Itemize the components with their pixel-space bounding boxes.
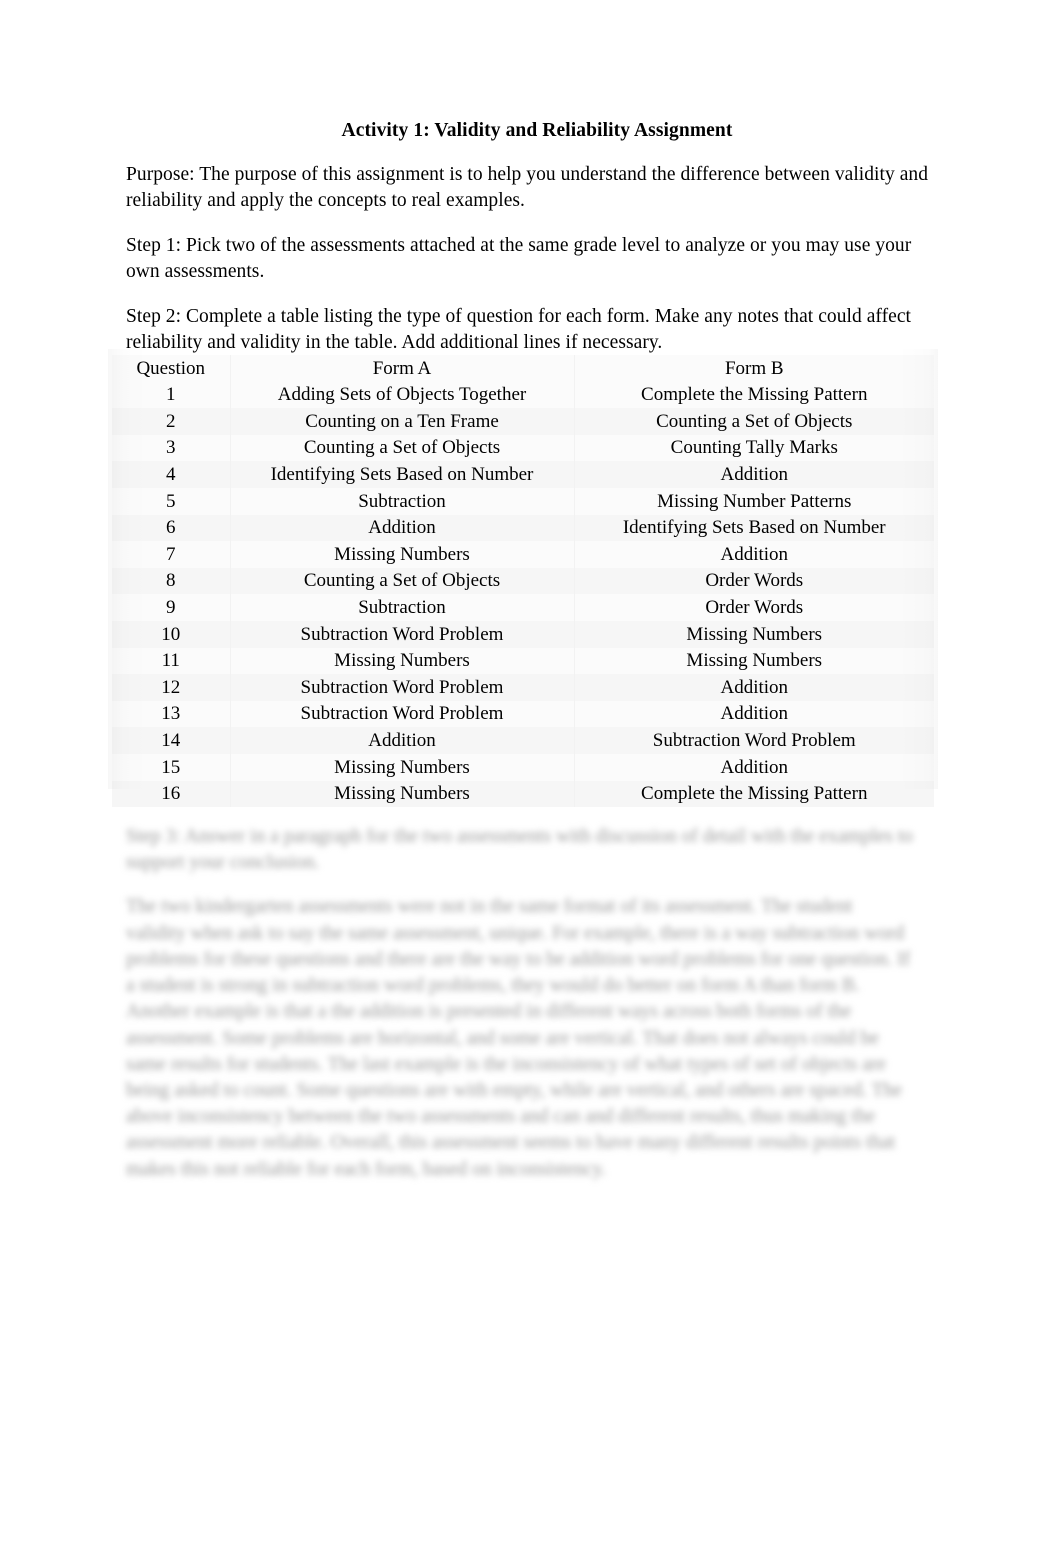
cell-question-number: 2 <box>112 408 231 435</box>
cell-form-b: Complete the Missing Pattern <box>574 780 934 808</box>
cell-form-a: Subtraction Word Problem <box>230 700 575 728</box>
table-row: 8 Counting a Set of Objects Order Words <box>112 567 934 595</box>
obscured-paragraph-analysis: The two kindergarten assessments were no… <box>126 896 911 1180</box>
cell-question-number: 10 <box>112 620 231 648</box>
cell-question-number: 3 <box>112 434 231 462</box>
paragraph-step-2: Step 2: Complete a table listing the typ… <box>126 305 912 354</box>
cell-form-b: Order Words <box>574 567 934 595</box>
cell-form-b: Complete the Missing Pattern <box>574 381 934 409</box>
cell-form-a: Subtraction Word Problem <box>230 674 575 701</box>
cell-question-number: 12 <box>112 674 231 701</box>
column-header-question: Question <box>112 355 231 382</box>
table-row: 13 Subtraction Word Problem Addition <box>112 700 934 728</box>
cell-question-number: 1 <box>112 381 231 409</box>
cell-form-b: Addition <box>574 541 934 568</box>
table-row: 3 Counting a Set of Objects Counting Tally… <box>112 434 934 462</box>
table-row: 11 Missing Numbers Missing Numbers <box>112 647 934 675</box>
cell-question-number: 16 <box>112 780 231 808</box>
cell-form-a: Subtraction <box>230 594 575 621</box>
cell-form-a: Identifying Sets Based on Number <box>230 461 575 488</box>
table-header-row: Question Form A Form B <box>112 355 934 382</box>
cell-question-number: 15 <box>112 753 231 781</box>
paragraph-purpose: Purpose: The purpose of this assignment … <box>126 163 929 212</box>
cell-form-b: Subtraction Word Problem <box>574 727 934 754</box>
table-row: 4 Identifying Sets Based on Number Additio… <box>112 461 934 488</box>
table-row: 2 Counting on a Ten Frame Counting a Set o… <box>112 408 934 435</box>
table-row: 12 Subtraction Word Problem Addition <box>112 674 934 701</box>
cell-form-a: Missing Numbers <box>230 541 575 568</box>
cell-question-number: 7 <box>112 541 231 568</box>
cell-form-a: Counting on a Ten Frame <box>230 408 575 435</box>
cell-form-b: Missing Numbers <box>574 647 934 675</box>
cell-form-a: Counting a Set of Objects <box>230 434 575 462</box>
cell-form-a: Adding Sets of Objects Together <box>230 381 575 409</box>
page-title: Activity 1: Validity and Reliability Ass… <box>341 120 733 141</box>
document-body: Activity 1: Validity and Reliability Ass… <box>126 118 936 375</box>
obscured-paragraph-step-3: Step 3: Answer in a paragraph for the tw… <box>126 826 913 874</box>
table-row: 16 Missing Numbers Complete the Missing Pa… <box>112 780 934 808</box>
cell-question-number: 14 <box>112 727 231 754</box>
table-row: 7 Missing Numbers Addition <box>112 541 934 568</box>
cell-question-number: 13 <box>112 700 231 728</box>
cell-form-a: Missing Numbers <box>230 780 575 808</box>
cell-question-number: 9 <box>112 594 231 621</box>
cell-form-b: Addition <box>574 461 934 488</box>
cell-question-number: 5 <box>112 487 231 515</box>
table-row: 15 Missing Numbers Addition <box>112 753 934 781</box>
cell-form-b: Addition <box>574 700 934 728</box>
cell-form-b: Missing Number Patterns <box>574 487 934 515</box>
cell-form-b: Addition <box>574 753 934 781</box>
cell-form-b: Order Words <box>574 594 934 621</box>
cell-form-a: Counting a Set of Objects <box>230 567 575 595</box>
cell-form-b: Identifying Sets Based on Number <box>574 514 934 542</box>
table-row: 9 Subtraction Order Words <box>112 594 934 621</box>
cell-question-number: 4 <box>112 461 231 488</box>
obscured-response-section: Step 3: Answer in a paragraph for the tw… <box>126 824 938 1201</box>
table-body: 1 Adding Sets of Objects Together Complete… <box>112 381 934 808</box>
table-row: 10 Subtraction Word Problem Missing Number… <box>112 620 934 648</box>
cell-form-a: Addition <box>230 514 575 542</box>
paragraph-step-1: Step 1: Pick two of the assessments atta… <box>126 234 912 283</box>
cell-form-b: Counting a Set of Objects <box>574 408 934 435</box>
table-row: 1 Adding Sets of Objects Together Complete… <box>112 381 934 409</box>
column-header-form-b: Form B <box>574 355 934 382</box>
cell-form-a: Missing Numbers <box>230 647 575 675</box>
cell-question-number: 11 <box>112 647 231 675</box>
table-row: 14 Addition Subtraction Word Problem <box>112 727 934 754</box>
cell-question-number: 8 <box>112 567 231 595</box>
column-header-form-a: Form A <box>230 355 575 382</box>
cell-form-b: Addition <box>574 674 934 701</box>
cell-form-b: Missing Numbers <box>574 620 934 648</box>
document-page: Activity 1: Validity and Reliability Ass… <box>0 0 1062 1561</box>
question-comparison-table: Question Form A Form B 1 Adding Sets of O… <box>112 355 934 808</box>
question-comparison-table-container: Question Form A Form B 1 Adding Sets of O… <box>108 348 938 808</box>
table-row: 6 Addition Identifying Sets Based on Numbe… <box>112 514 934 542</box>
cell-form-b: Counting Tally Marks <box>574 434 934 462</box>
cell-form-a: Addition <box>230 727 575 754</box>
table-header: Question Form A Form B <box>112 355 934 382</box>
table-row: 5 Subtraction Missing Number Patterns <box>112 487 934 515</box>
cell-form-a: Subtraction Word Problem <box>230 620 575 648</box>
cell-form-a: Subtraction <box>230 487 575 515</box>
cell-question-number: 6 <box>112 514 231 542</box>
cell-form-a: Missing Numbers <box>230 753 575 781</box>
